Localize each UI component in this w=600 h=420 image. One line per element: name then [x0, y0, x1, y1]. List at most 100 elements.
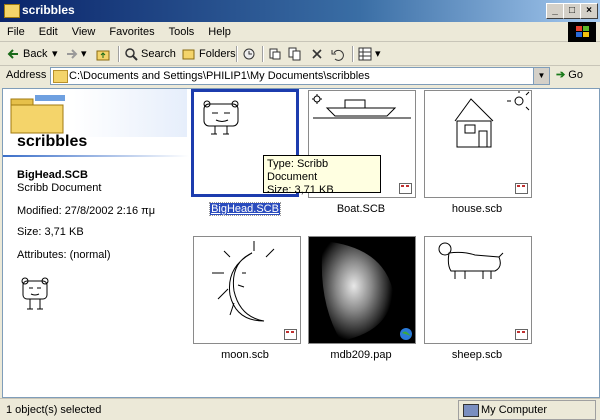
address-bar: Address C:\Documents and Settings\PHILIP…	[0, 66, 600, 86]
file-name: Boat.SCB	[336, 203, 386, 215]
up-folder-icon	[96, 47, 110, 61]
scribb-file-badge-icon	[284, 329, 297, 340]
copy-to-icon	[288, 47, 302, 61]
preview-thumbnail	[17, 275, 57, 315]
menu-tools[interactable]: Tools	[162, 23, 202, 38]
delete-button[interactable]	[310, 46, 327, 62]
file-label-moon[interactable]: moon.scb	[185, 349, 305, 361]
folder-name: scribbles	[17, 133, 88, 150]
zone-label: My Computer	[481, 404, 548, 416]
delete-icon	[310, 47, 324, 61]
computer-icon	[463, 404, 479, 417]
history-button[interactable]	[242, 46, 259, 62]
file-name: house.scb	[451, 203, 503, 215]
windows-logo-icon	[568, 22, 596, 42]
selection-status: 1 object(s) selected	[6, 404, 102, 416]
move-to-button[interactable]	[268, 46, 285, 62]
address-label: Address	[6, 69, 47, 81]
folders-icon	[182, 47, 196, 61]
go-label: Go	[568, 69, 583, 81]
go-arrow-icon: ➔	[556, 69, 566, 81]
file-size: Size: 3,71 KB	[17, 226, 84, 238]
title-bar[interactable]: scribbles _ □ ×	[0, 0, 600, 22]
scribb-file-badge-icon	[515, 329, 528, 340]
toolbar-separator	[262, 46, 264, 62]
banner-gradient	[73, 89, 187, 137]
views-button[interactable]: ▾	[358, 46, 381, 62]
scribb-file-badge-icon	[515, 183, 528, 194]
go-button[interactable]: ➔ Go	[556, 68, 583, 81]
toolbar-separator	[352, 46, 354, 62]
undo-button[interactable]	[330, 46, 347, 62]
file-thumbnail-house[interactable]	[424, 90, 532, 198]
back-button[interactable]: Back	[6, 46, 47, 62]
undo-icon	[330, 47, 344, 61]
folder-icon	[53, 70, 68, 83]
status-bar: 1 object(s) selected My Computer	[0, 398, 600, 420]
file-label-mdb209[interactable]: mdb209.pap	[301, 349, 421, 361]
forward-dropdown-icon[interactable]: ▾	[81, 46, 87, 62]
file-label-boat[interactable]: Boat.SCB	[301, 203, 421, 215]
file-name: moon.scb	[221, 349, 269, 361]
minimize-button[interactable]: _	[546, 3, 564, 19]
search-icon	[124, 47, 138, 61]
selected-file-type: Scribb Document	[17, 182, 102, 194]
folders-label: Folders	[199, 48, 236, 60]
forward-button[interactable]	[65, 46, 82, 62]
menu-bar: File Edit View Favorites Tools Help	[0, 23, 600, 42]
file-tooltip: Type: Scribb Document Size: 3,71 KB	[263, 155, 381, 196]
move-to-icon	[268, 47, 282, 61]
up-folder-button[interactable]	[96, 46, 113, 62]
folders-button[interactable]: Folders	[182, 46, 236, 62]
back-arrow-icon	[6, 47, 20, 61]
toolbar-separator	[236, 46, 238, 62]
file-name: sheep.scb	[451, 349, 503, 361]
file-thumbnail-sheep[interactable]	[424, 236, 532, 344]
close-button[interactable]: ×	[580, 3, 598, 19]
menu-view[interactable]: View	[65, 23, 103, 38]
toolbar-separator	[118, 46, 120, 62]
menu-file[interactable]: File	[0, 23, 32, 38]
scribb-file-badge-icon	[399, 183, 412, 194]
details-pane: scribbles BigHead.SCB Scribb Document Mo…	[3, 89, 189, 395]
copy-to-button[interactable]	[288, 46, 305, 62]
divider	[3, 155, 189, 157]
file-thumbnail-mdb209[interactable]	[308, 236, 416, 344]
file-name: BigHead.SCB	[209, 202, 281, 216]
window-title: scribbles	[22, 3, 75, 17]
selected-file-name: BigHead.SCB	[17, 169, 88, 181]
menu-favorites[interactable]: Favorites	[102, 23, 161, 38]
tooltip-size: Size: 3,71 KB	[267, 184, 334, 196]
menu-edit[interactable]: Edit	[32, 23, 65, 38]
folder-icon	[4, 4, 20, 18]
file-thumbnail-moon[interactable]	[193, 236, 301, 344]
views-icon	[358, 47, 372, 61]
address-field[interactable]: C:\Documents and Settings\PHILIP1\My Doc…	[50, 67, 550, 85]
large-folder-icon	[9, 93, 69, 135]
explorer-window: scribbles _ □ × File Edit View Favorites Too…	[0, 0, 600, 420]
menu-help[interactable]: Help	[201, 23, 238, 38]
toolbar: Back ▾ ▾ Search Folders ▾	[0, 43, 600, 66]
sheep-scribble-icon	[438, 242, 504, 279]
globe-badge-icon	[399, 327, 413, 341]
file-label-bighead[interactable]: BigHead.SCB	[185, 202, 305, 216]
file-label-sheep[interactable]: sheep.scb	[417, 349, 537, 361]
search-button[interactable]: Search	[124, 46, 176, 62]
house-scribble-icon	[454, 91, 530, 148]
modified-date: Modified: 27/8/2002 2:16 πμ	[17, 205, 156, 217]
maximize-button[interactable]: □	[563, 3, 581, 19]
file-attributes: Attributes: (normal)	[17, 249, 111, 261]
address-dropdown-icon[interactable]: ▼	[533, 68, 549, 84]
forward-arrow-icon	[65, 47, 79, 61]
history-icon	[242, 47, 256, 61]
folder-content[interactable]: scribbles BigHead.SCB Scribb Document Mo…	[2, 88, 600, 398]
file-label-house[interactable]: house.scb	[417, 203, 537, 215]
search-label: Search	[141, 48, 176, 60]
address-value: C:\Documents and Settings\PHILIP1\My Doc…	[69, 70, 370, 82]
back-label: Back	[23, 48, 48, 60]
back-dropdown-icon[interactable]: ▾	[52, 46, 58, 62]
file-name: mdb209.pap	[330, 349, 392, 361]
zone-panel: My Computer	[458, 400, 596, 420]
moon-scribble-icon	[212, 241, 275, 322]
tooltip-type: Type: Scribb Document	[267, 158, 329, 183]
